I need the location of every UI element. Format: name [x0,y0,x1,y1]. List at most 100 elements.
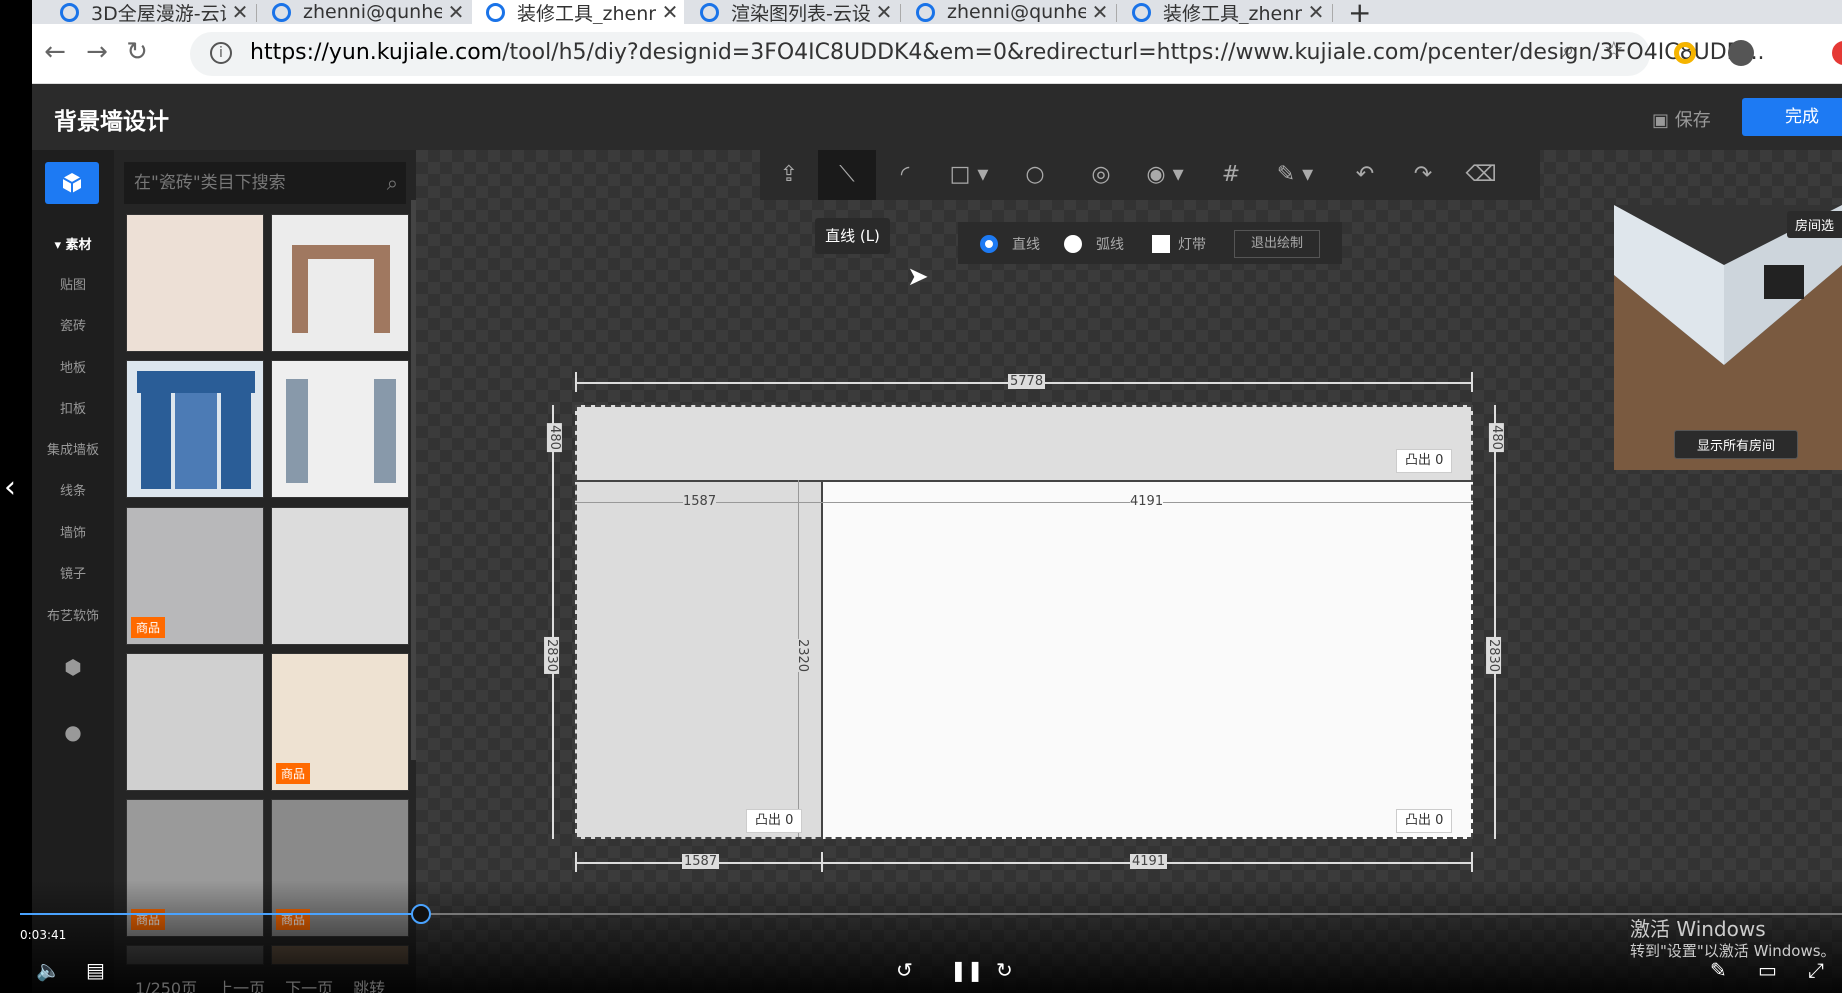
material-thumb[interactable] [126,360,264,498]
material-cube-button[interactable] [45,162,99,204]
dim-left-height: 2830 [544,636,560,675]
browser-tab-active[interactable]: 装修工具_zhenni@c✕ [472,0,684,24]
site-info-icon[interactable]: i [210,42,232,64]
browser-tab[interactable]: 装修工具_zhenni@c✕ [1118,0,1330,24]
nav-item-wall-decor[interactable]: 墙饰 [32,522,114,541]
rewind-10-icon[interactable]: ↺ [896,958,913,982]
dim-left-width-inner: 1587 [683,494,717,509]
arc-tool-icon[interactable]: ◜ [876,150,934,200]
material-thumb[interactable] [271,360,409,498]
rect-tool-icon[interactable]: □ ▾ [934,150,1004,200]
protrude-input[interactable]: 凸出 0 [1396,809,1453,833]
search-input[interactable]: 在"瓷砖"类目下搜索 ⌕ [124,162,406,204]
material-thumb[interactable] [126,214,264,352]
save-button[interactable]: ▣ 保存 [1652,106,1711,132]
category-nav: ▾ 素材 贴图 瓷砖 地板 扣板 集成墙板 线条 墙饰 镜子 布艺软饰 ⬢ ● [32,150,114,993]
video-progress-knob[interactable] [411,904,431,924]
nav-item-molding[interactable]: 线条 [32,480,114,499]
nav-item-panel[interactable]: 扣板 [32,398,114,417]
dim-right-top-band: 480 [1488,423,1504,452]
redo-icon[interactable]: ↷ [1394,150,1452,200]
material-thumb[interactable] [126,653,264,791]
dim-left-top-band: 480 [546,423,562,452]
eraser-icon[interactable]: ⌫ [1452,150,1510,200]
reload-button[interactable]: ↻ [120,37,154,67]
close-icon[interactable]: ✕ [442,0,470,24]
undo-icon[interactable]: ↶ [1336,150,1394,200]
browser-tab[interactable]: 3D全屋漫游-云设计✕ [32,0,254,24]
prev-page-link[interactable]: 上一页 [217,979,265,993]
material-thumb[interactable] [271,507,409,645]
pip-icon[interactable]: ▭ [1758,958,1777,982]
nav-item-texture[interactable]: 贴图 [32,274,114,293]
extension-icon[interactable] [1674,42,1696,64]
forward-button[interactable]: → [80,37,114,67]
browser-tab[interactable]: 渲染图列表-云设计✕ [686,0,898,24]
jump-page-link[interactable]: 跳转 [353,979,385,993]
circle-tool-icon[interactable]: ○ [1006,150,1064,200]
view-icon[interactable]: ◉ ▾ [1130,150,1200,200]
tab-favicon-icon [60,2,79,22]
pause-icon[interactable]: ❚❚ [950,958,984,982]
forward-30-icon[interactable]: ↻ [996,958,1013,982]
dim-line-right [1494,405,1496,839]
pen-icon[interactable]: ✎ [1710,958,1727,982]
back-button[interactable]: ← [38,37,72,67]
exit-draw-button[interactable]: 退出绘制 [1234,230,1320,258]
draw-options-bar: 直线 弧线 灯带 退出绘制 [958,222,1342,264]
browser-menu-icon[interactable] [1832,41,1842,65]
nav-item-mirror[interactable]: 镜子 [32,563,114,582]
checkbox-light[interactable]: 灯带 [1152,234,1206,254]
nav-item-floor[interactable]: 地板 [32,357,114,376]
curtain-image [137,371,255,489]
done-button[interactable]: 完成 [1742,98,1842,136]
protrude-input[interactable]: 凸出 0 [746,809,803,833]
save-icon: ▣ [1652,110,1670,131]
room-minimap[interactable]: 房间选 显示所有房间 [1614,205,1842,470]
curtain-image [292,245,390,333]
show-all-rooms-button[interactable]: 显示所有房间 [1674,430,1799,459]
bookmark-star-icon[interactable]: ☆ [1604,38,1624,63]
radio-checked-icon [980,235,998,253]
material-thumb[interactable]: 商品 [126,507,264,645]
subtitle-icon[interactable]: ▤ [86,958,105,982]
nav-item-fabric[interactable]: 布艺软饰 [32,605,114,624]
close-icon[interactable]: ✕ [870,0,898,24]
fullscreen-icon[interactable]: ⤢ [1808,958,1824,982]
line-tool-icon[interactable]: ⟍ [818,150,876,200]
hexagon-icon[interactable]: ⬢ [32,655,114,679]
radio-line[interactable]: 直线 [980,234,1040,254]
close-icon[interactable]: ✕ [656,0,684,24]
browser-tab[interactable]: zhenni@qunhemai✕ [902,0,1114,24]
profile-avatar-icon[interactable] [1728,40,1754,66]
dim-line-left [552,405,554,839]
chevron-left-icon[interactable]: ‹ [4,470,16,505]
url-host: https://yun.kujiale.com [250,40,503,65]
dim-total-width: 5778 [1008,374,1046,389]
browser-tab[interactable]: zhenni@qunhemai✕ [258,0,470,24]
zoom-icon[interactable]: ⌕ [1562,38,1574,63]
close-icon[interactable]: ✕ [226,0,254,24]
close-icon[interactable]: ✕ [1086,0,1114,24]
protrude-input[interactable]: 凸出 0 [1396,449,1453,473]
search-icon[interactable]: ⌕ [387,162,398,204]
activation-watermark-sub: 转到"设置"以激活 Windows。 [1630,942,1836,960]
upload-icon[interactable]: ⇪ [760,150,818,200]
material-thumb[interactable]: 商品 [271,653,409,791]
next-page-link[interactable]: 下一页 [285,979,333,993]
room-select-button[interactable]: 房间选 [1786,211,1842,238]
user-icon[interactable]: ● [32,720,114,744]
nav-section-material[interactable]: ▾ 素材 [32,234,114,253]
close-icon[interactable]: ✕ [1302,0,1330,24]
radio-arc[interactable]: 弧线 [1064,234,1124,254]
nav-item-tile[interactable]: 瓷砖 [32,315,114,334]
grid-icon[interactable]: # [1202,150,1260,200]
tab-favicon-icon [272,2,291,22]
volume-icon[interactable]: 🔈 [36,958,61,982]
dim-bottom-left: 1587 [682,854,720,869]
nav-item-wallboard[interactable]: 集成墙板 [32,439,114,458]
paint-icon[interactable]: ✎ ▾ [1260,150,1330,200]
focus-icon[interactable]: ◎ [1072,150,1130,200]
url-field[interactable]: i https://yun.kujiale.com/tool/h5/diy?de… [190,32,1765,76]
material-thumb[interactable] [271,214,409,352]
